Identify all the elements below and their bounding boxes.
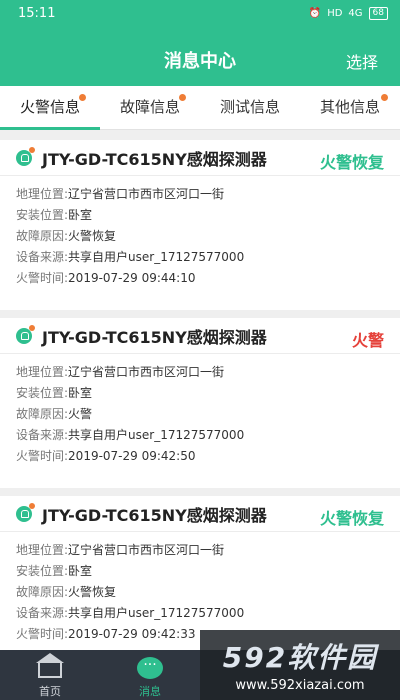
message-card-header: JTY-GD-TC615NY感烟探测器 火警恢复 — [0, 496, 400, 532]
detail-row: 安装位置:卧室 — [16, 205, 384, 226]
detail-key: 安装位置: — [16, 208, 69, 222]
message-tabs: 火警信息 故障信息 测试信息 其他信息 — [0, 86, 400, 130]
hd-indicator: HD — [327, 8, 343, 19]
home-icon — [36, 653, 64, 678]
tab-test[interactable]: 测试信息 — [200, 86, 300, 129]
unread-dot — [29, 502, 35, 509]
tab-other[interactable]: 其他信息 — [300, 86, 400, 129]
detail-key: 故障原因: — [16, 585, 69, 599]
message-card-header: JTY-GD-TC615NY感烟探测器 火警恢复 — [0, 140, 400, 176]
detail-row: 火警时间:2019-07-29 09:42:50 — [16, 446, 384, 467]
watermark-brand: 592软件园 — [222, 641, 378, 674]
unread-dot — [381, 94, 388, 101]
watermark-url: www.592xiazai.com — [235, 678, 365, 693]
message-icon — [137, 657, 163, 679]
detail-row: 故障原因:火警恢复 — [16, 582, 384, 603]
nav-label: 首页 — [39, 685, 61, 698]
watermark-logo: 592软件园 www.592xiazai.com — [200, 630, 400, 700]
unread-dot — [29, 146, 35, 153]
detail-value: 2019-07-29 09:42:33 — [68, 627, 196, 641]
detail-key: 故障原因: — [16, 407, 69, 421]
detail-value: 卧室 — [68, 208, 93, 222]
detail-row: 火警时间:2019-07-29 09:44:10 — [16, 268, 384, 289]
detail-key: 安装位置: — [16, 564, 69, 578]
unread-dot — [79, 94, 86, 101]
detail-value: 卧室 — [68, 386, 93, 400]
bell-icon — [16, 146, 35, 166]
detail-value: 共享自用户user_17127577000 — [68, 428, 245, 442]
message-details: 地理位置:辽宁省营口市西市区河口一街 安装位置:卧室 故障原因:火警 设备来源:… — [0, 354, 400, 467]
detail-value: 辽宁省营口市西市区河口一街 — [68, 187, 225, 201]
unread-dot — [179, 94, 186, 101]
bell-icon — [16, 502, 35, 522]
detail-value: 共享自用户user_17127577000 — [68, 606, 245, 620]
detail-row: 地理位置:辽宁省营口市西市区河口一街 — [16, 362, 384, 383]
signal-indicator: 4G — [348, 8, 363, 19]
detail-row: 地理位置:辽宁省营口市西市区河口一街 — [16, 184, 384, 205]
message-card-header: JTY-GD-TC615NY感烟探测器 火警 — [0, 318, 400, 354]
detail-key: 设备来源: — [16, 428, 69, 442]
device-name: JTY-GD-TC615NY感烟探测器 — [42, 505, 267, 525]
status-bar: 15:11 ⏰ HD 4G 68 — [0, 0, 400, 30]
tab-label: 测试信息 — [219, 98, 280, 116]
tab-fire[interactable]: 火警信息 — [0, 86, 100, 130]
detail-value: 卧室 — [68, 564, 93, 578]
detail-value: 共享自用户user_17127577000 — [68, 250, 245, 264]
detail-key: 安装位置: — [16, 386, 69, 400]
detail-row: 故障原因:火警 — [16, 404, 384, 425]
battery-icon: 68 — [368, 7, 388, 20]
unread-dot — [29, 324, 35, 331]
active-tab-indicator — [0, 127, 100, 130]
detail-row: 设备来源:共享自用户user_17127577000 — [16, 603, 384, 624]
status-icons: ⏰ HD 4G 68 — [309, 7, 388, 20]
nav-home[interactable]: 首页 — [0, 650, 100, 700]
detail-value: 2019-07-29 09:44:10 — [68, 271, 196, 285]
message-card[interactable]: JTY-GD-TC615NY感烟探测器 火警 地理位置:辽宁省营口市西市区河口一… — [0, 318, 400, 488]
tab-fault[interactable]: 故障信息 — [100, 86, 200, 129]
status-label: 火警恢复 — [319, 509, 384, 528]
device-name: JTY-GD-TC615NY感烟探测器 — [42, 149, 267, 169]
detail-value: 辽宁省营口市西市区河口一街 — [68, 543, 225, 557]
detail-value: 2019-07-29 09:42:50 — [68, 449, 196, 463]
nav-messages[interactable]: 消息 — [100, 650, 200, 700]
detail-row: 安装位置:卧室 — [16, 383, 384, 404]
detail-key: 火警时间: — [16, 627, 69, 641]
status-time: 15:11 — [18, 6, 56, 21]
detail-key: 地理位置: — [16, 543, 69, 557]
detail-key: 火警时间: — [16, 449, 69, 463]
message-details: 地理位置:辽宁省营口市西市区河口一街 安装位置:卧室 故障原因:火警恢复 设备来… — [0, 176, 400, 289]
detail-key: 设备来源: — [16, 606, 69, 620]
select-button[interactable]: 选择 — [346, 49, 378, 73]
detail-key: 地理位置: — [16, 187, 69, 201]
detail-row: 安装位置:卧室 — [16, 561, 384, 582]
status-label: 火警恢复 — [319, 153, 384, 172]
detail-key: 故障原因: — [16, 229, 69, 243]
detail-row: 地理位置:辽宁省营口市西市区河口一街 — [16, 540, 384, 561]
tab-label: 故障信息 — [119, 98, 180, 116]
device-name: JTY-GD-TC615NY感烟探测器 — [42, 327, 267, 347]
detail-row: 设备来源:共享自用户user_17127577000 — [16, 247, 384, 268]
message-card[interactable]: JTY-GD-TC615NY感烟探测器 火警恢复 地理位置:辽宁省营口市西市区河… — [0, 140, 400, 310]
detail-value: 辽宁省营口市西市区河口一街 — [68, 365, 225, 379]
tab-label: 火警信息 — [19, 98, 80, 116]
detail-value: 火警恢复 — [68, 585, 117, 599]
message-details: 地理位置:辽宁省营口市西市区河口一街 安装位置:卧室 故障原因:火警恢复 设备来… — [0, 532, 400, 645]
message-list: JTY-GD-TC615NY感烟探测器 火警恢复 地理位置:辽宁省营口市西市区河… — [0, 140, 400, 674]
alarm-clock-icon: ⏰ — [308, 8, 322, 19]
detail-key: 地理位置: — [16, 365, 69, 379]
nav-label: 消息 — [139, 685, 161, 698]
detail-row: 设备来源:共享自用户user_17127577000 — [16, 425, 384, 446]
detail-key: 火警时间: — [16, 271, 69, 285]
detail-value: 火警 — [68, 407, 93, 421]
detail-value: 火警恢复 — [68, 229, 117, 243]
bell-icon — [16, 324, 35, 344]
detail-row: 故障原因:火警恢复 — [16, 226, 384, 247]
page-title: 消息中心 — [164, 51, 236, 72]
status-label: 火警 — [351, 331, 384, 350]
tab-label: 其他信息 — [319, 98, 380, 116]
app-bar: 消息中心 选择 — [0, 30, 400, 86]
detail-key: 设备来源: — [16, 250, 69, 264]
